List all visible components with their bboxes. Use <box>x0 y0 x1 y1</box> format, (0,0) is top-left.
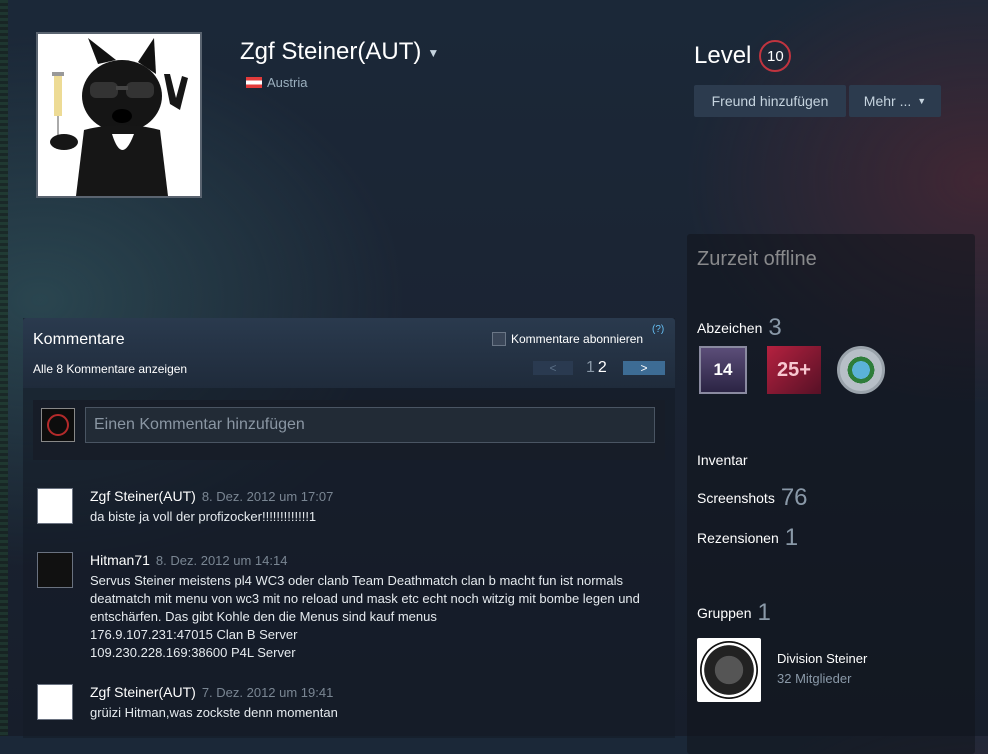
comment-author[interactable]: Zgf Steiner(AUT) <box>90 684 196 700</box>
show-all-comments-link[interactable]: Alle 8 Kommentare anzeigen <box>33 362 187 376</box>
badges-count: 3 <box>768 314 782 341</box>
comments-header: Kommentare Alle 8 Kommentare anzeigen Ko… <box>23 318 675 388</box>
reviews-count: 1 <box>784 524 799 551</box>
pager-prev-button[interactable]: < <box>533 361 573 375</box>
25-plus-badge-icon[interactable]: 25+ <box>767 346 821 394</box>
viewer-avatar-icon <box>47 414 69 436</box>
persona-name[interactable]: Zgf Steiner(AUT) ▼ <box>240 38 439 66</box>
badge-14-text: 14 <box>713 360 733 379</box>
austria-flag-icon <box>246 77 262 88</box>
subscribe-label: Kommentare abonnieren <box>511 332 644 346</box>
profile-avatar <box>36 32 202 198</box>
persona-name-text: Zgf Steiner(AUT) <box>240 38 422 65</box>
reviews-label: Rezensionen <box>697 530 779 546</box>
globe-badge-icon[interactable] <box>837 346 885 394</box>
comment-compose <box>33 400 665 460</box>
pager-prev-icon: < <box>549 361 557 375</box>
comment-header: Zgf Steiner(AUT) 8. Dez. 2012 um 17:07 <box>90 488 333 504</box>
level: Level 10 <box>694 40 792 72</box>
viewer-avatar <box>41 408 75 442</box>
inventory-label: Inventar <box>697 452 748 468</box>
group-members: 32 Mitglieder <box>777 671 852 686</box>
comments-panel: Kommentare Alle 8 Kommentare anzeigen Ko… <box>23 318 675 738</box>
comment-timestamp: 8. Dez. 2012 um 14:14 <box>155 553 288 568</box>
year-14-badge-icon[interactable]: 14 <box>699 346 747 394</box>
groups-link[interactable]: Gruppen 1 <box>697 599 771 627</box>
comment-text: grüizi Hitman,was zockste denn momentan <box>90 705 338 720</box>
badges-label: Abzeichen <box>697 320 763 336</box>
inventory-link[interactable]: Inventar <box>697 452 748 468</box>
subscribe-checkbox[interactable] <box>492 332 506 346</box>
level-label: Level <box>694 42 752 69</box>
profile-sidebar: Zurzeit offline Abzeichen 3 14 25+ Invent… <box>687 234 975 754</box>
screenshots-link[interactable]: Screenshots 76 <box>697 484 808 512</box>
screenshots-count: 76 <box>780 484 808 511</box>
comment-text: da biste ja voll der profizocker!!!!!!!!… <box>90 509 317 524</box>
comment-text: Servus Steiner meistens pl4 WC3 oder cla… <box>90 573 640 660</box>
comment-header: Hitman71 8. Dez. 2012 um 14:14 <box>90 552 287 568</box>
dropdown-caret-icon[interactable]: ▼ <box>427 46 439 60</box>
commenter-avatar[interactable] <box>37 684 73 720</box>
comments-title: Kommentare <box>33 331 125 348</box>
pager-page-1[interactable]: 1 <box>586 359 595 376</box>
reviews-link[interactable]: Rezensionen 1 <box>697 524 798 552</box>
left-edge-decoration <box>0 0 8 736</box>
country: Austria <box>246 75 307 90</box>
add-friend-button[interactable]: Freund hinzufügen <box>694 85 846 117</box>
more-button[interactable]: Mehr ... ▼ <box>849 85 941 117</box>
comment-header: Zgf Steiner(AUT) 7. Dez. 2012 um 19:41 <box>90 684 333 700</box>
comment-timestamp: 7. Dez. 2012 um 19:41 <box>201 685 334 700</box>
comment-input[interactable] <box>85 407 655 443</box>
country-name: Austria <box>267 75 308 90</box>
chevron-down-icon: ▼ <box>917 96 927 106</box>
group-seal-icon <box>700 641 758 699</box>
level-badge: 10 <box>759 40 792 72</box>
comment-author[interactable]: Hitman71 <box>90 552 150 568</box>
screenshots-label: Screenshots <box>697 490 775 506</box>
pager-next-icon: > <box>640 361 648 375</box>
comment-author[interactable]: Zgf Steiner(AUT) <box>90 488 196 504</box>
groups-count: 1 <box>757 599 771 626</box>
pager-page-2: 2 <box>597 359 607 376</box>
badges-link[interactable]: Abzeichen 3 <box>697 314 782 342</box>
more-label: Mehr ... <box>863 93 912 109</box>
pager-next-button[interactable]: > <box>623 361 665 375</box>
pager-pages: 12 <box>586 359 607 377</box>
comment-timestamp: 8. Dez. 2012 um 17:07 <box>201 489 334 504</box>
online-status: Zurzeit offline <box>697 248 817 270</box>
dog-avatar-image <box>38 34 200 196</box>
commenter-avatar[interactable] <box>37 552 73 588</box>
group-name[interactable]: Division Steiner <box>777 651 867 666</box>
commenter-avatar[interactable] <box>37 488 73 524</box>
badge-25-text: 25+ <box>777 358 811 381</box>
subscribe-comments[interactable]: Kommentare abonnieren <box>492 332 643 346</box>
add-friend-label: Freund hinzufügen <box>711 93 829 109</box>
help-link[interactable]: (?) <box>652 324 664 335</box>
groups-label: Gruppen <box>697 605 752 621</box>
group-avatar[interactable] <box>697 638 761 702</box>
